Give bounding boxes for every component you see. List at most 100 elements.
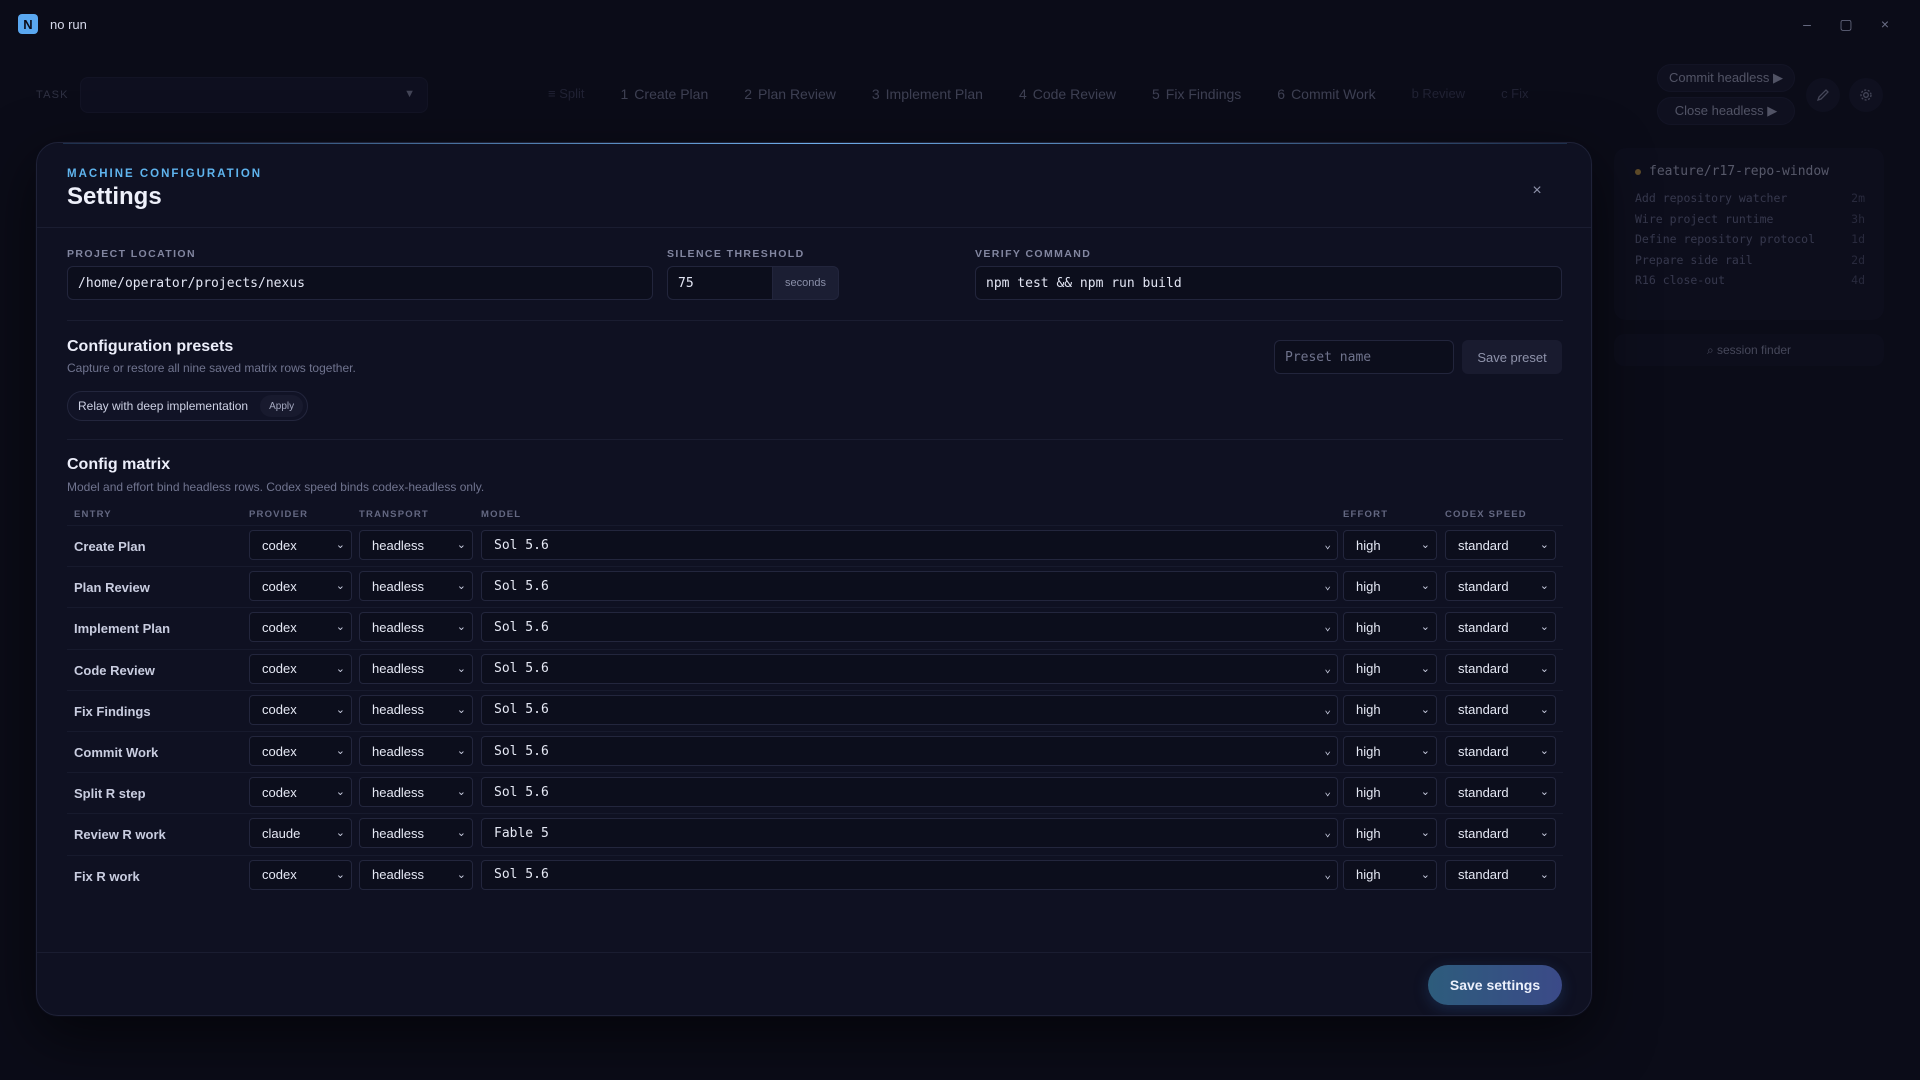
provider-select[interactable]: codex ⌄ xyxy=(249,694,352,725)
provider-select[interactable]: codex ⌄ xyxy=(249,612,352,643)
chevron-down-icon: ▼ xyxy=(404,88,415,100)
codex-speed-select[interactable]: standard ⌄ xyxy=(1445,777,1556,808)
effort-select[interactable]: high ⌄ xyxy=(1343,777,1437,808)
gear-icon[interactable] xyxy=(1849,78,1883,112)
chevron-down-icon: ⌄ xyxy=(1324,579,1331,593)
transport-select[interactable]: headless ⌄ xyxy=(359,777,473,808)
edit-icon[interactable] xyxy=(1806,78,1840,112)
effort-select[interactable]: high ⌄ xyxy=(1343,859,1437,890)
model-select[interactable]: Sol 5.6 ⌄ xyxy=(481,653,1338,684)
codex-speed-select-value: standard xyxy=(1458,578,1509,594)
codex-speed-select[interactable]: standard ⌄ xyxy=(1445,612,1556,643)
list-item[interactable]: Wire project runtime 3h xyxy=(1635,212,1865,226)
effort-select[interactable]: high ⌄ xyxy=(1343,694,1437,725)
effort-select[interactable]: high ⌄ xyxy=(1343,818,1437,849)
step-tab[interactable]: 1 Create Plan xyxy=(603,86,727,102)
effort-select[interactable]: high ⌄ xyxy=(1343,653,1437,684)
preset-apply-button[interactable]: Apply xyxy=(260,395,304,417)
codex-speed-select[interactable]: standard ⌄ xyxy=(1445,736,1556,766)
list-item-label: R16 close-out xyxy=(1635,273,1726,287)
transport-select[interactable]: headless ⌄ xyxy=(359,818,473,849)
codex-speed-select[interactable]: standard ⌄ xyxy=(1445,694,1556,725)
step-tab[interactable]: b Review xyxy=(1394,86,1483,102)
matrix-title: Config matrix xyxy=(67,456,171,473)
codex-speed-select[interactable]: standard ⌄ xyxy=(1445,818,1556,849)
verify-command-input[interactable]: npm test && npm run build xyxy=(975,266,1562,300)
step-tab[interactable]: ≡ Split xyxy=(530,86,603,102)
effort-select[interactable]: high ⌄ xyxy=(1343,571,1437,602)
silence-threshold-input[interactable]: 75 xyxy=(667,266,773,300)
list-item[interactable]: Add repository watcher 2m xyxy=(1635,191,1865,205)
transport-select[interactable]: headless ⌄ xyxy=(359,612,473,643)
model-select[interactable]: Fable 5 ⌄ xyxy=(481,818,1338,849)
save-settings-button[interactable]: Save settings xyxy=(1428,965,1562,1005)
table-row: Fix Findings codex ⌄ headless ⌄ Sol 5.6 ⌄ high ⌄… xyxy=(67,689,1563,731)
provider-select[interactable]: codex ⌄ xyxy=(249,653,352,684)
codex-speed-select[interactable]: standard ⌄ xyxy=(1445,571,1556,602)
model-select[interactable]: Sol 5.6 ⌄ xyxy=(481,777,1338,808)
chevron-down-icon: ⌄ xyxy=(1324,538,1331,551)
list-item[interactable]: R16 close-out 4d xyxy=(1635,273,1865,287)
chevron-down-icon: ⌄ xyxy=(456,662,466,675)
effort-select[interactable]: high ⌄ xyxy=(1343,612,1437,643)
presets-subtitle: Capture or restore all nine saved matrix… xyxy=(67,361,356,375)
provider-select[interactable]: codex ⌄ xyxy=(249,859,352,890)
provider-select[interactable]: codex ⌄ xyxy=(249,736,352,766)
model-select[interactable]: Sol 5.6 ⌄ xyxy=(481,694,1338,725)
minimize-button[interactable]: – xyxy=(1795,14,1819,34)
chevron-down-icon: ⌄ xyxy=(1324,785,1331,799)
step-label: Create Plan xyxy=(634,86,709,102)
codex-speed-select[interactable]: standard ⌄ xyxy=(1445,859,1556,890)
provider-select[interactable]: codex ⌄ xyxy=(249,571,352,602)
effort-select[interactable]: high ⌄ xyxy=(1343,530,1437,560)
transport-select[interactable]: headless ⌄ xyxy=(359,859,473,890)
provider-select-value: codex xyxy=(262,784,297,800)
window-close-button[interactable]: × xyxy=(1873,14,1897,34)
effort-select-value: high xyxy=(1356,578,1381,594)
step-tab[interactable]: 5 Fix Findings xyxy=(1134,86,1259,102)
model-select[interactable]: Sol 5.6 ⌄ xyxy=(481,859,1338,890)
model-select[interactable]: Sol 5.6 ⌄ xyxy=(481,530,1338,560)
step-tab[interactable]: 3 Implement Plan xyxy=(854,86,1001,102)
chevron-down-icon: ⌄ xyxy=(335,703,345,716)
transport-select[interactable]: headless ⌄ xyxy=(359,530,473,560)
step-tab[interactable]: 4 Code Review xyxy=(1001,86,1134,102)
task-select[interactable]: ▼ xyxy=(80,77,428,113)
model-select-value: Sol 5.6 xyxy=(494,661,549,677)
close-headless-button[interactable]: Close headless ▶ xyxy=(1657,97,1795,125)
maximize-button[interactable]: ▢ xyxy=(1834,14,1858,34)
model-select[interactable]: Sol 5.6 ⌄ xyxy=(481,736,1338,766)
chevron-down-icon: ⌄ xyxy=(1420,745,1430,757)
transport-select[interactable]: headless ⌄ xyxy=(359,571,473,602)
transport-select[interactable]: headless ⌄ xyxy=(359,736,473,766)
preset-name-input[interactable]: Preset name xyxy=(1274,340,1454,374)
step-label: Plan Review xyxy=(758,86,836,102)
session-finder-button[interactable]: ⌕ session finder xyxy=(1614,334,1884,366)
save-preset-button[interactable]: Save preset xyxy=(1462,340,1562,374)
modal-title: Settings xyxy=(67,183,162,210)
provider-select[interactable]: codex ⌄ xyxy=(249,777,352,808)
provider-select[interactable]: codex ⌄ xyxy=(249,530,352,560)
project-location-input[interactable]: /home/operator/projects/nexus xyxy=(67,266,653,300)
chevron-down-icon: ⌄ xyxy=(1539,662,1549,675)
step-label: Code Review xyxy=(1032,86,1116,102)
transport-select[interactable]: headless ⌄ xyxy=(359,694,473,725)
step-tab[interactable]: c Fix xyxy=(1483,86,1546,102)
provider-select[interactable]: claude ⌄ xyxy=(249,818,352,849)
transport-select[interactable]: headless ⌄ xyxy=(359,653,473,684)
chevron-down-icon: ⌄ xyxy=(1539,745,1549,757)
close-icon[interactable]: × xyxy=(1525,179,1549,203)
model-select[interactable]: Sol 5.6 ⌄ xyxy=(481,571,1338,602)
codex-speed-select[interactable]: standard ⌄ xyxy=(1445,530,1556,560)
list-item[interactable]: Define repository protocol 1d xyxy=(1635,232,1865,246)
chevron-down-icon: ⌄ xyxy=(1539,703,1549,716)
effort-select[interactable]: high ⌄ xyxy=(1343,736,1437,766)
model-select[interactable]: Sol 5.6 ⌄ xyxy=(481,612,1338,643)
preset-chip[interactable]: Relay with deep implementation Apply xyxy=(67,391,309,421)
list-item[interactable]: Prepare side rail 2d xyxy=(1635,253,1865,267)
step-tab[interactable]: 6 Commit Work xyxy=(1259,86,1393,102)
matrix-subtitle: Model and effort bind headless rows. Cod… xyxy=(67,480,485,494)
commit-headless-button[interactable]: Commit headless ▶ xyxy=(1657,64,1795,92)
codex-speed-select[interactable]: standard ⌄ xyxy=(1445,653,1556,684)
step-tab[interactable]: 2 Plan Review xyxy=(726,86,854,102)
